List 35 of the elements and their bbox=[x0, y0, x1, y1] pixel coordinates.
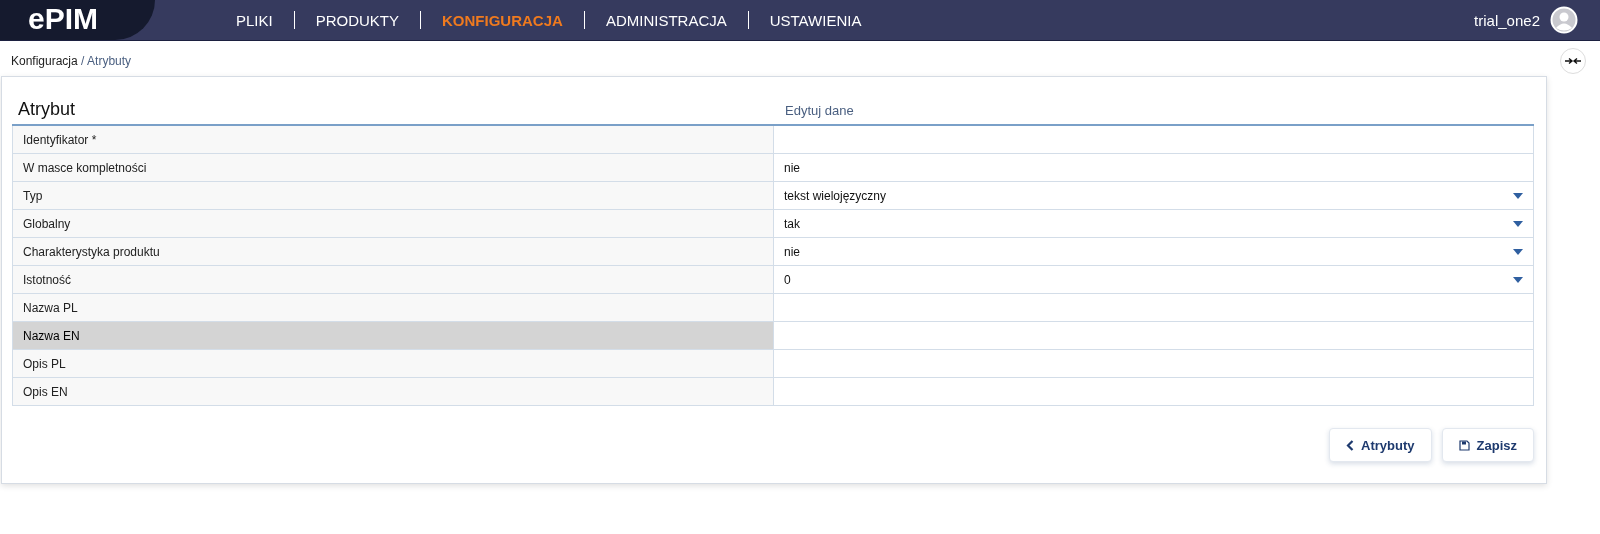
nav-tab[interactable]: PLIKI bbox=[215, 11, 294, 29]
field-label: Nazwa EN bbox=[13, 322, 774, 349]
field-label: Charakterystyka produktu bbox=[13, 238, 774, 265]
field-label: Opis EN bbox=[13, 378, 774, 405]
field-label: Typ bbox=[13, 182, 774, 209]
caret-icon bbox=[1513, 220, 1523, 227]
logo[interactable]: ePIM bbox=[28, 2, 99, 36]
select-field[interactable]: tekst wielojęzyczny bbox=[774, 182, 1533, 209]
collapse-arrows-icon bbox=[1565, 57, 1581, 65]
form-title: Atrybut bbox=[17, 99, 77, 120]
collapse-button[interactable] bbox=[1560, 48, 1586, 74]
input-field[interactable]: nie bbox=[774, 154, 1533, 181]
username[interactable]: trial_one2 bbox=[1474, 11, 1540, 29]
avatar-icon[interactable] bbox=[1550, 6, 1578, 34]
field-label: Nazwa PL bbox=[13, 294, 774, 321]
save-button[interactable]: Zapisz bbox=[1441, 428, 1534, 462]
chevron-left-icon bbox=[1346, 439, 1355, 451]
nav-tab[interactable]: USTAWIENIA bbox=[748, 11, 883, 29]
select-field[interactable]: nie bbox=[774, 238, 1533, 265]
field-label: W masce kompletności bbox=[13, 154, 774, 181]
back-button[interactable]: Atrybuty bbox=[1329, 428, 1432, 462]
nav-tab[interactable]: PRODUKTY bbox=[294, 11, 421, 29]
breadcrumb: Konfiguracja / Atrybuty bbox=[11, 54, 132, 68]
field-label: Globalny bbox=[13, 210, 774, 237]
nav-tab[interactable]: KONFIGURACJA bbox=[421, 11, 584, 29]
caret-icon bbox=[1513, 276, 1523, 283]
caret-icon bbox=[1513, 248, 1523, 255]
field-label: Istotność bbox=[13, 266, 774, 293]
field-label: Identyfikator * bbox=[13, 126, 774, 153]
select-field[interactable]: 0 bbox=[774, 266, 1533, 293]
column-heading: Edytuj dane bbox=[784, 102, 854, 120]
select-field[interactable]: tak bbox=[774, 210, 1533, 237]
nav-tab[interactable]: ADMINISTRACJA bbox=[584, 11, 748, 29]
field-label: Opis PL bbox=[13, 350, 774, 377]
caret-icon bbox=[1513, 192, 1523, 199]
